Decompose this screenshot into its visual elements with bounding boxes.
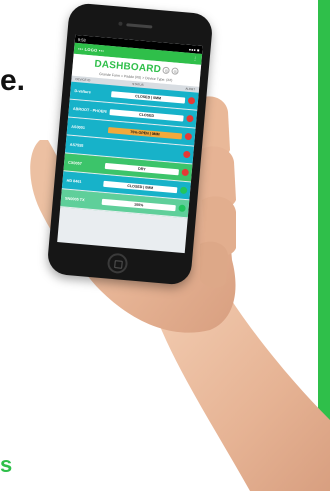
alert-ok-indicator xyxy=(179,186,188,195)
alert-ok-indicator xyxy=(178,204,186,213)
device-status-badge xyxy=(106,144,180,156)
refresh-icon[interactable]: ◎ xyxy=(162,66,171,75)
device-name: HD 8461 xyxy=(66,178,82,184)
device-list: D-valture CLOSED | 0MM ABROOT - PHOENIX CLO… xyxy=(60,81,199,219)
device-status-badge: 75% OPEN | 0MM xyxy=(107,126,183,139)
device-status-badge: DRY xyxy=(104,162,180,175)
device-status-badge: CLOSED | 0MM xyxy=(103,180,178,193)
alert-indicator xyxy=(181,168,190,177)
device-name: CX0057 xyxy=(68,160,83,166)
device-name: AS0001 xyxy=(71,124,86,130)
device-name: SN0005 TX xyxy=(64,196,85,202)
app-logo: ••• LOGO ••• xyxy=(77,46,105,54)
device-name: ABROOT - PHOENIX xyxy=(72,106,107,114)
settings-icon[interactable]: ◎ xyxy=(171,67,180,75)
device-status-badge: 100% xyxy=(101,198,176,211)
marketing-image: e. s 9:58 ●●● ■ ••• LOGO ••• ⋮ DASHBOARD… xyxy=(0,0,330,491)
device-name: D-valture xyxy=(74,88,92,94)
device-name: AS7555 xyxy=(69,142,84,148)
status-time: 9:58 xyxy=(77,36,86,43)
alert-indicator xyxy=(186,114,194,123)
device-status-badge: CLOSED xyxy=(109,108,184,122)
alert-indicator xyxy=(184,132,193,141)
phone-screen: 9:58 ●●● ■ ••• LOGO ••• ⋮ DASHBOARD ◎ ◎ … xyxy=(57,34,203,254)
smartphone: 9:58 ●●● ■ ••• LOGO ••• ⋮ DASHBOARD ◎ ◎ … xyxy=(46,2,214,286)
alert-indicator xyxy=(183,150,191,159)
device-status-badge: CLOSED | 0MM xyxy=(111,90,186,104)
column-alert: ALERT xyxy=(185,86,196,92)
alert-indicator xyxy=(187,96,196,105)
menu-icon[interactable]: ⋮ xyxy=(192,56,198,62)
signal-icon: ●●● ■ xyxy=(188,46,200,53)
